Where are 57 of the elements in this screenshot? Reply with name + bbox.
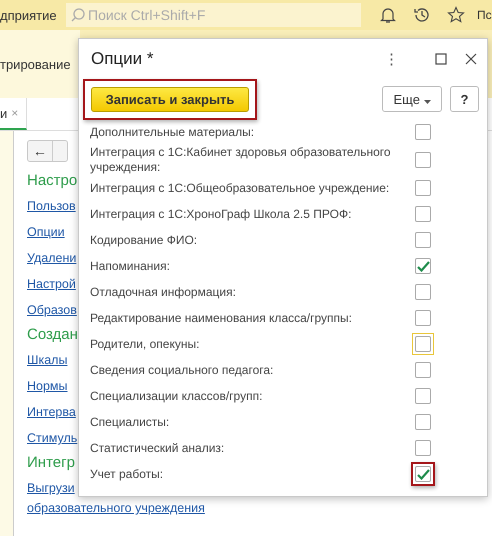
- checkbox[interactable]: [415, 152, 431, 168]
- section-heading: Настро: [27, 172, 78, 189]
- link[interactable]: Интерва: [27, 399, 76, 425]
- section-heading: Создан: [27, 326, 78, 343]
- link[interactable]: Образов: [27, 297, 77, 323]
- checkbox[interactable]: [415, 124, 431, 140]
- option-label: Редактирование наименования класса/группы:: [90, 310, 353, 326]
- checkbox[interactable]: [415, 388, 431, 404]
- history-icon[interactable]: [413, 6, 431, 24]
- option-label: Дополнительные материалы:: [90, 124, 256, 140]
- more-menu-icon[interactable]: ⋮: [384, 50, 399, 68]
- link[interactable]: Нормы: [27, 373, 68, 399]
- link[interactable]: Шкалы: [27, 347, 68, 373]
- bell-icon[interactable]: [379, 6, 397, 24]
- checkbox[interactable]: [415, 232, 431, 248]
- link[interactable]: Опции: [27, 219, 65, 245]
- search-field[interactable]: Поиск Ctrl+Shift+F: [66, 3, 361, 27]
- checkbox[interactable]: [415, 206, 431, 222]
- link[interactable]: образовательного учреждения: [27, 501, 205, 515]
- link[interactable]: Выгрузи: [27, 475, 75, 501]
- link[interactable]: Настрой: [27, 271, 76, 297]
- search-icon: [71, 8, 85, 22]
- option-label: Кодирование ФИО:: [90, 232, 198, 248]
- option-label: Родители, опекуны:: [90, 336, 200, 352]
- maximize-icon[interactable]: [435, 53, 447, 65]
- option-label: Статистический анализ:: [90, 440, 226, 456]
- link[interactable]: Стимуль: [27, 425, 78, 451]
- section-heading: Интегр: [27, 454, 75, 471]
- user-name[interactable]: Пс: [477, 8, 492, 22]
- option-label: Интеграция с 1С:Кабинет здоровья образовательного учреждения:: [90, 145, 392, 175]
- option-label: Интеграция с 1С:Общеобразовательное учреждение:: [90, 180, 390, 196]
- app-title: дприятие: [0, 8, 58, 22]
- checkbox[interactable]: [415, 440, 431, 456]
- option-label: Интеграция с 1С:ХроноГраф Школа 2.5 ПРОФ:: [90, 206, 352, 222]
- option-label: Учет работы:: [90, 466, 164, 482]
- link[interactable]: Пользов: [27, 193, 76, 219]
- option-label: Напоминания:: [90, 258, 171, 274]
- save-and-close-button[interactable]: Записать и закрыть: [91, 86, 249, 112]
- option-label: Отладочная информация:: [90, 284, 237, 300]
- close-icon[interactable]: [465, 53, 477, 65]
- back-button[interactable]: ←: [28, 141, 52, 161]
- option-label: Сведения социального педагога:: [90, 362, 274, 378]
- checkbox[interactable]: [415, 466, 431, 482]
- option-label: Специалисты:: [90, 414, 170, 430]
- checkbox[interactable]: [415, 362, 431, 378]
- star-icon[interactable]: [447, 6, 465, 24]
- option-label: Специализации классов/групп:: [90, 388, 264, 404]
- help-button[interactable]: ?: [450, 86, 479, 112]
- checkbox[interactable]: [415, 180, 431, 196]
- checkbox[interactable]: [415, 258, 431, 274]
- checkbox[interactable]: [415, 284, 431, 300]
- more-button[interactable]: Еще: [382, 86, 442, 112]
- panel-label[interactable]: трирование: [0, 56, 71, 72]
- checkbox[interactable]: [415, 414, 431, 430]
- checkbox[interactable]: [415, 310, 431, 326]
- dialog-title: Опции *: [91, 49, 154, 69]
- link[interactable]: Удалени: [27, 245, 76, 271]
